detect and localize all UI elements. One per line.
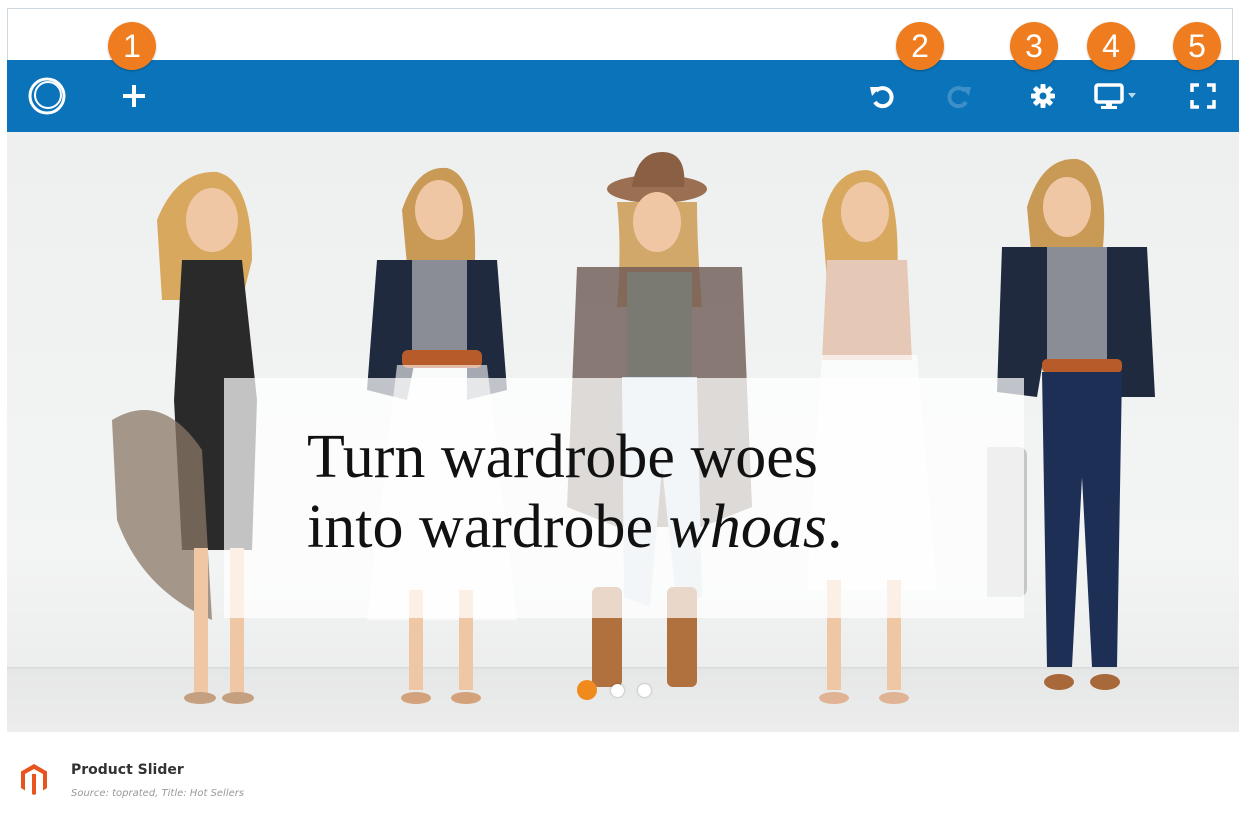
- fullscreen-icon[interactable]: [1181, 60, 1225, 132]
- redo-icon[interactable]: [937, 60, 981, 132]
- callout-3: 3: [1010, 22, 1058, 70]
- stage-toolbar: [7, 60, 1239, 132]
- slide-dot-1[interactable]: [577, 680, 597, 700]
- slide-dot-3[interactable]: [638, 683, 651, 697]
- magento-logo-icon: [19, 762, 49, 801]
- gear-icon[interactable]: [1021, 60, 1065, 132]
- headline-line-1: Turn wardrobe woes: [307, 423, 818, 491]
- callout-5: 5: [1173, 22, 1221, 70]
- slider-pagination: [577, 680, 651, 700]
- product-slider-block[interactable]: Product Slider Source: toprated, Title: …: [7, 732, 1239, 822]
- slide-dot-2[interactable]: [611, 683, 624, 697]
- desktop-icon[interactable]: [1087, 60, 1149, 132]
- logo-ring-icon: [21, 60, 73, 132]
- headline-line-2: into wardrobe whoas.: [307, 493, 843, 561]
- slide-banner[interactable]: Turn wardrobe woes into wardrobe whoas.: [7, 132, 1239, 732]
- plus-icon[interactable]: [112, 60, 156, 132]
- callout-1: 1: [108, 22, 156, 70]
- slide-headline: Turn wardrobe woes into wardrobe whoas.: [307, 422, 843, 562]
- callout-2: 2: [896, 22, 944, 70]
- block-subtitle: Source: toprated, Title: Hot Sellers: [71, 788, 245, 799]
- callout-4: 4: [1087, 22, 1135, 70]
- undo-icon[interactable]: [860, 60, 904, 132]
- block-title: Product Slider: [71, 762, 184, 778]
